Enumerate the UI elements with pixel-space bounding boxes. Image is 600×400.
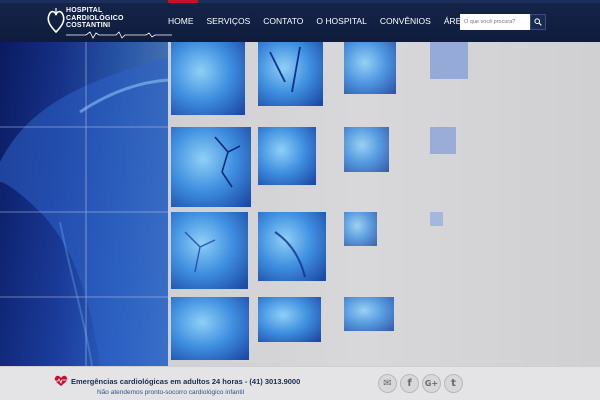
pediatric-notice: Não atendemos pronto-socorro cardiológic… bbox=[97, 389, 245, 396]
hero-mosaic-image bbox=[0, 42, 468, 366]
search-button[interactable] bbox=[530, 14, 546, 30]
social-links: ✉ f G+ t bbox=[378, 374, 466, 393]
google-plus-icon[interactable]: G+ bbox=[422, 374, 441, 393]
heart-pulse-icon bbox=[54, 375, 68, 386]
nav-home[interactable]: HOME bbox=[168, 16, 194, 26]
logo-line: HOSPITAL bbox=[66, 7, 103, 14]
facebook-icon[interactable]: f bbox=[400, 374, 419, 393]
nav-contato[interactable]: CONTATO bbox=[263, 16, 303, 26]
logo-text: HOSPITAL CARDIOLÓGICO COSTANTINI bbox=[66, 7, 124, 30]
hospital-logo[interactable]: HOSPITAL CARDIOLÓGICO COSTANTINI bbox=[46, 6, 172, 39]
nav-convenios[interactable]: CONVÊNIOS bbox=[380, 16, 431, 26]
search-icon bbox=[534, 18, 542, 26]
hero-banner bbox=[0, 42, 600, 366]
header: HOSPITAL CARDIOLÓGICO COSTANTINI HOME SE… bbox=[0, 0, 600, 42]
heart-logo-icon bbox=[47, 8, 65, 34]
nav-o-hospital[interactable]: O HOSPITAL bbox=[316, 16, 366, 26]
twitter-icon[interactable]: t bbox=[444, 374, 463, 393]
search-input[interactable] bbox=[460, 14, 530, 30]
logo-line: COSTANTINI bbox=[66, 22, 111, 29]
logo-line: CARDIOLÓGICO bbox=[66, 14, 124, 22]
emergency-text: Emergências cardiológicas em adultos 24 … bbox=[71, 376, 301, 386]
footer: Emergências cardiológicas em adultos 24 … bbox=[0, 366, 600, 400]
emergency-info: Emergências cardiológicas em adultos 24 … bbox=[54, 375, 300, 387]
search-box bbox=[460, 14, 546, 30]
page: HOSPITAL CARDIOLÓGICO COSTANTINI HOME SE… bbox=[0, 0, 600, 400]
ecg-line-icon bbox=[66, 31, 172, 39]
email-icon[interactable]: ✉ bbox=[378, 374, 397, 393]
nav-servicos[interactable]: SERVIÇOS bbox=[207, 16, 251, 26]
